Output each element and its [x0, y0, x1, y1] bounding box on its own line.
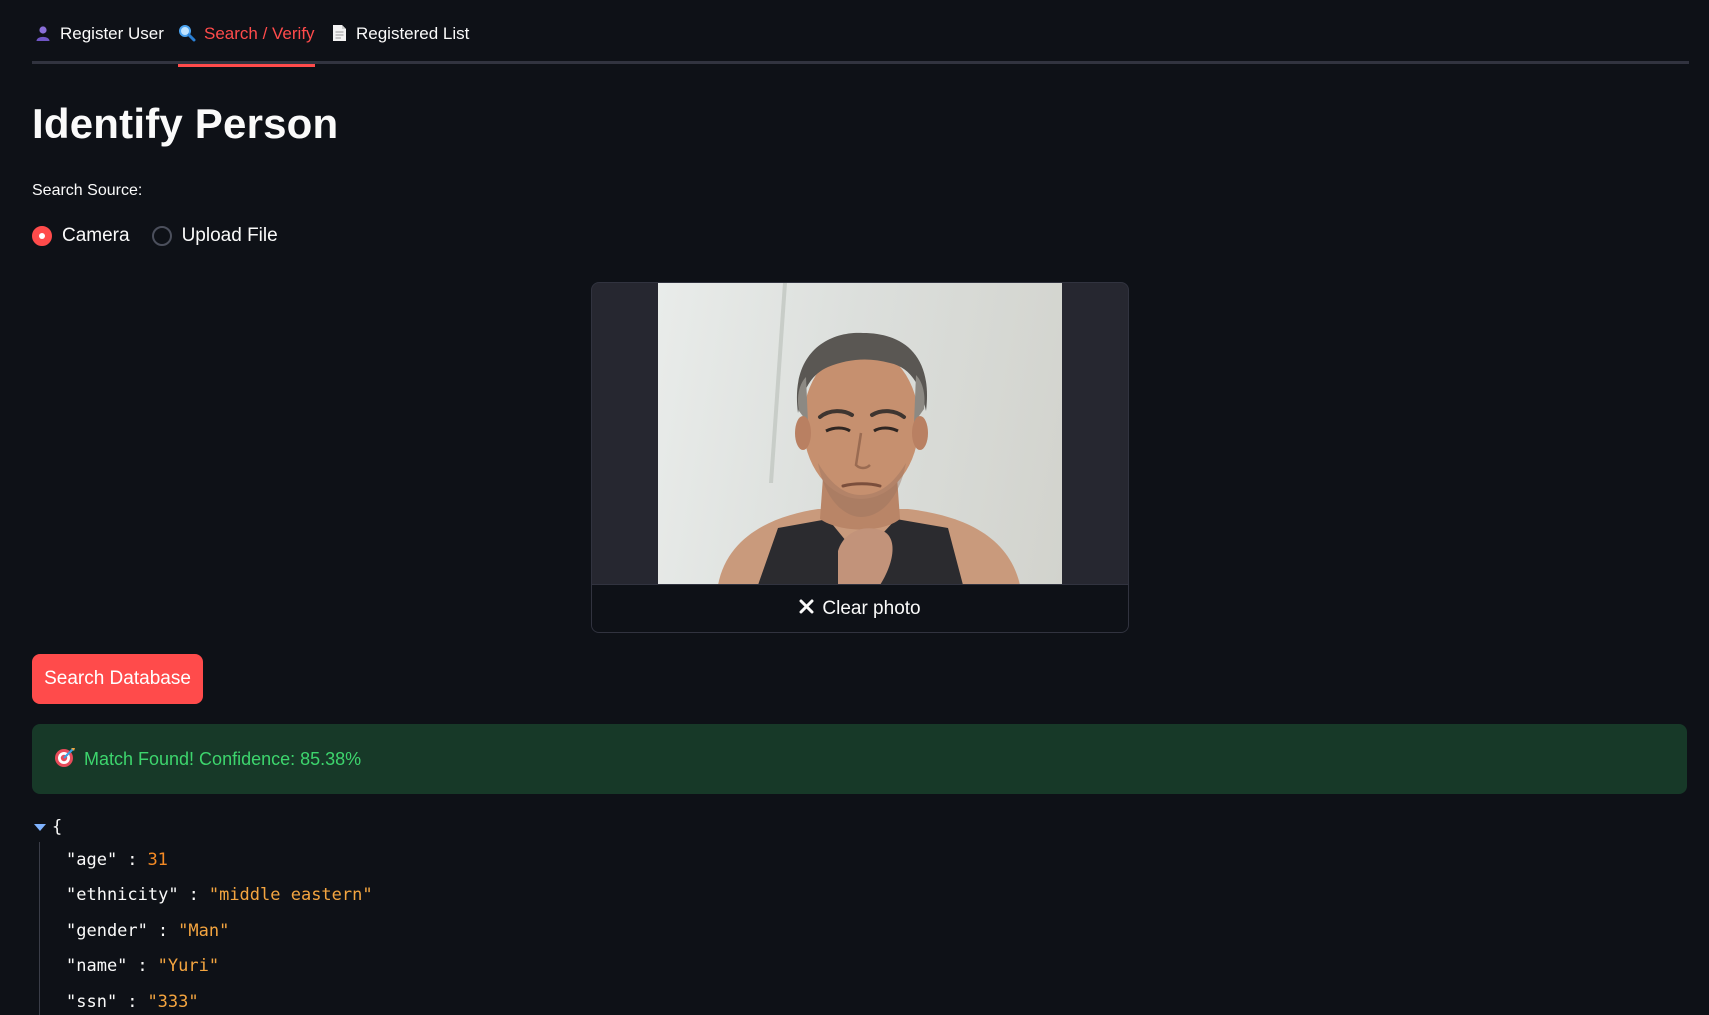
collapse-toggle-icon[interactable] — [34, 823, 46, 831]
search-database-button[interactable]: Search Database — [32, 654, 203, 704]
radio-upload-file[interactable]: Upload File — [151, 225, 278, 247]
app-page: Register User Search / Verify Registered… — [0, 0, 1709, 1015]
json-key: "ssn" — [66, 991, 118, 1012]
json-row: "ssn" : "333" — [66, 991, 199, 1012]
radio-label: Camera — [62, 225, 130, 246]
tab-bar: Register User Search / Verify Registered… — [32, 0, 1689, 67]
json-row: "gender" : "Man" — [66, 920, 230, 941]
person-portrait — [718, 332, 1020, 585]
document-icon — [330, 24, 348, 42]
json-value: "333" — [147, 991, 199, 1012]
radio-unchecked-icon — [151, 226, 172, 246]
json-value: "middle eastern" — [208, 885, 373, 906]
json-value: 31 — [147, 849, 168, 870]
json-row: "age" : 31 — [66, 849, 168, 870]
json-value: "Man" — [178, 920, 230, 941]
json-value: "Yuri" — [157, 956, 220, 977]
clear-photo-button[interactable]: Clear photo — [592, 584, 1128, 632]
json-key: "gender" — [66, 920, 148, 941]
tab-registered-list[interactable]: Registered List — [330, 24, 469, 64]
json-row: "name" : "Yuri" — [66, 956, 220, 977]
json-body: "age" : 31 "ethnicity" : "middle eastern… — [39, 842, 373, 1015]
tab-register-user[interactable]: Register User — [34, 24, 164, 64]
match-success-alert: Match Found! Confidence: 85.38% — [32, 724, 1687, 794]
user-silhouette-icon — [34, 24, 52, 42]
radio-camera[interactable]: Camera — [32, 225, 130, 247]
clear-photo-label: Clear photo — [822, 597, 921, 619]
tab-label: Registered List — [356, 24, 470, 43]
tab-label: Register User — [60, 24, 164, 43]
captured-photo — [658, 283, 1062, 585]
magnifier-icon — [178, 24, 196, 42]
json-key: "ethnicity" — [66, 885, 179, 906]
json-root: { — [32, 812, 373, 842]
json-row: "ethnicity" : "middle eastern" — [66, 885, 373, 906]
radio-label: Upload File — [181, 225, 278, 246]
json-viewer: { "age" : 31 "ethnicity" : "middle easte… — [32, 812, 373, 1015]
match-message: Match Found! Confidence: 85.38% — [84, 748, 362, 769]
close-icon — [799, 598, 814, 620]
target-icon — [54, 746, 76, 773]
radio-checked-icon — [32, 226, 52, 246]
camera-input: Clear photo — [591, 282, 1129, 633]
json-key: "age" — [66, 849, 118, 870]
search-source-label: Search Source: — [32, 182, 143, 199]
tab-search-verify[interactable]: Search / Verify — [178, 24, 315, 67]
search-source-radio-group: Camera Upload File — [32, 225, 278, 247]
page-title: Identify Person — [32, 100, 339, 147]
json-key: "name" — [66, 956, 128, 977]
tab-label: Search / Verify — [204, 24, 315, 43]
